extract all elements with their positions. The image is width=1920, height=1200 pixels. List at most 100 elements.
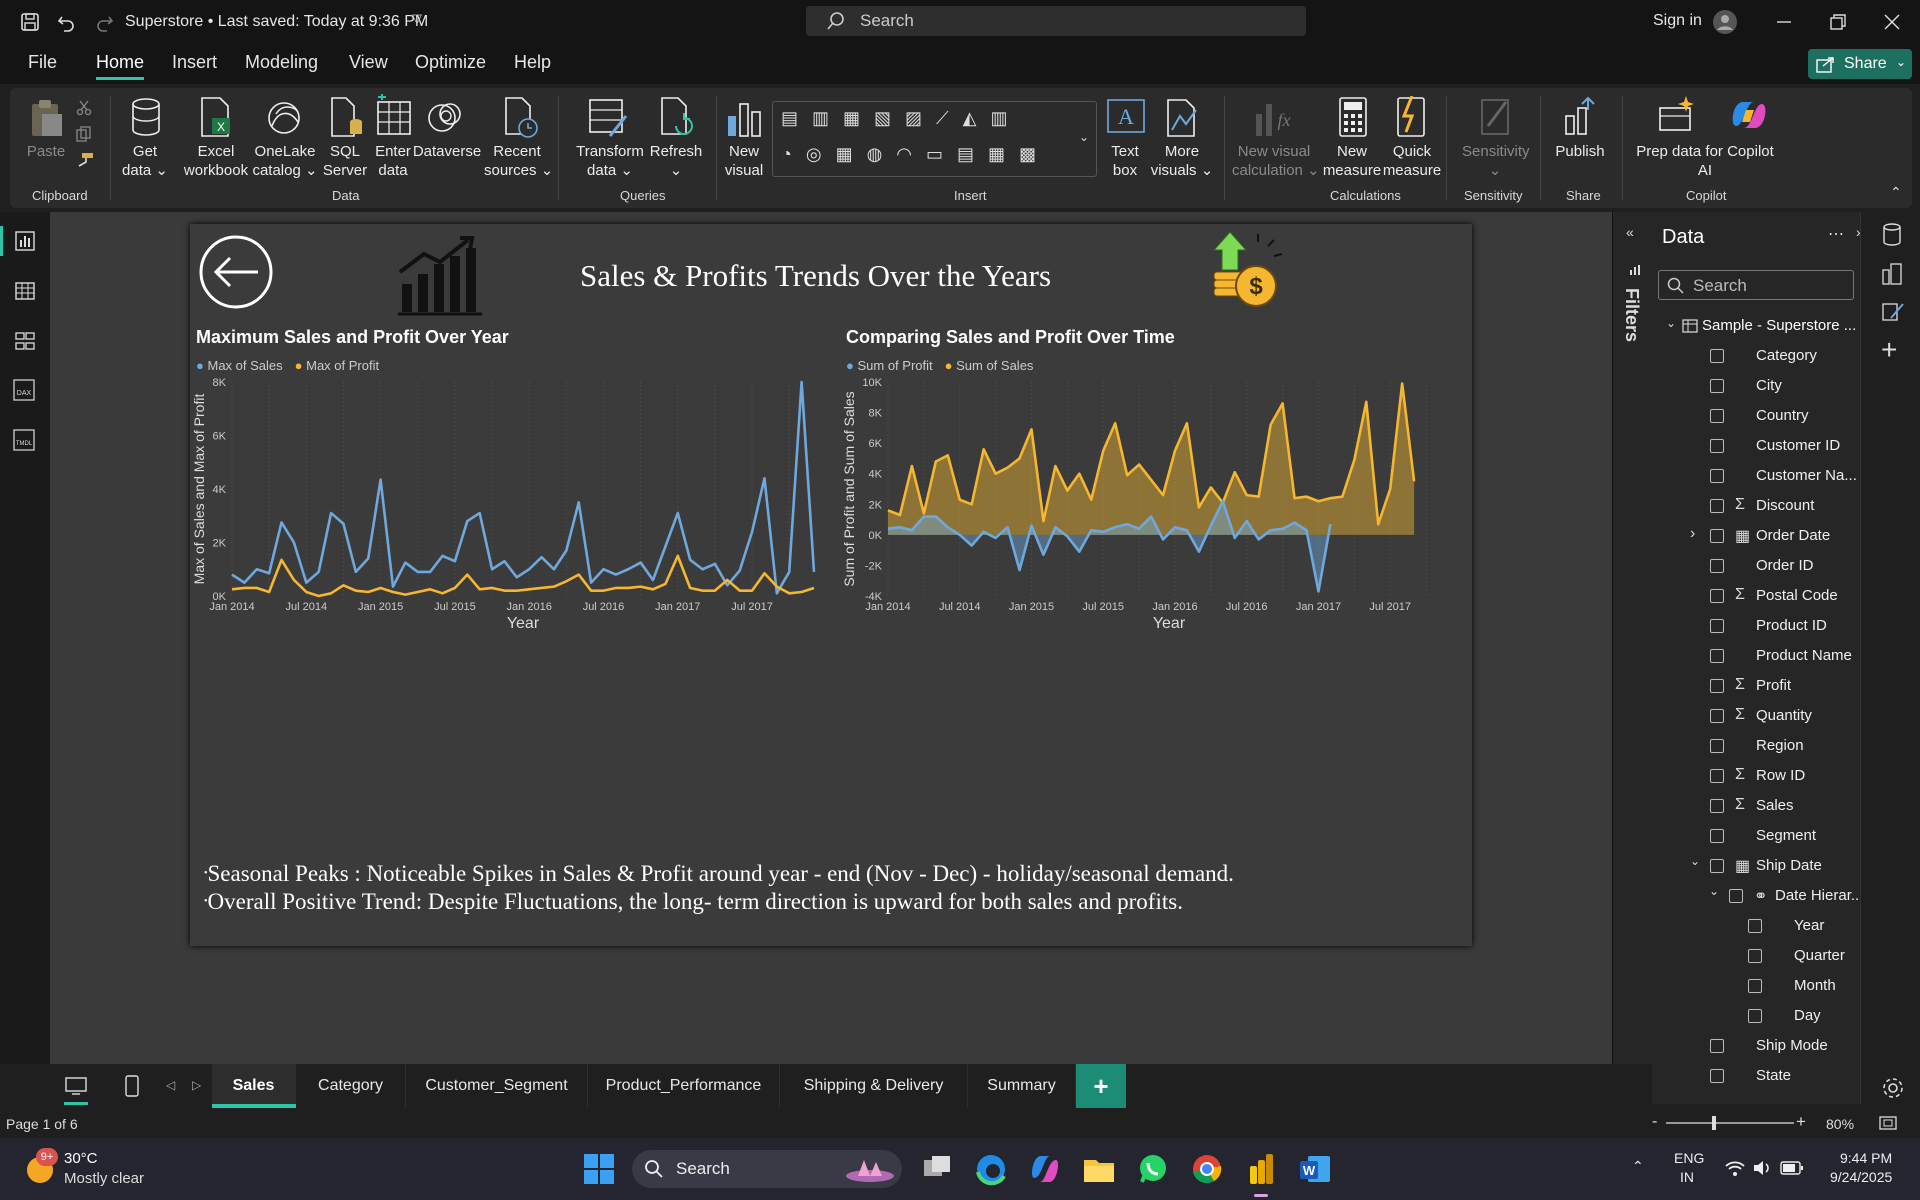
- recent-sources-icon[interactable]: [500, 96, 540, 140]
- copilot-taskbar-icon[interactable]: [1028, 1152, 1062, 1186]
- field-row[interactable]: Σ Postal Code: [1652, 582, 1860, 610]
- filters-pane-collapsed[interactable]: « Filters: [1612, 212, 1652, 1064]
- menu-modeling[interactable]: Modeling: [245, 52, 318, 73]
- expand-filters-icon[interactable]: «: [1626, 224, 1634, 240]
- zoom-slider-thumb[interactable]: [1712, 1116, 1716, 1130]
- settings-gear-icon[interactable]: [1881, 1076, 1905, 1100]
- menu-insert[interactable]: Insert: [172, 52, 217, 73]
- field-row[interactable]: Category: [1652, 342, 1860, 370]
- onelake-icon[interactable]: [264, 96, 304, 140]
- field-row[interactable]: Product ID: [1652, 612, 1860, 640]
- new-measure-icon[interactable]: [1332, 96, 1372, 140]
- back-arrow-icon[interactable]: [198, 234, 274, 310]
- copy-icon[interactable]: [76, 126, 92, 142]
- windows-start-icon[interactable]: [582, 1152, 616, 1186]
- show-hidden-icons-icon[interactable]: ⌃: [1632, 1158, 1644, 1175]
- field-checkbox[interactable]: [1710, 1069, 1724, 1083]
- close-icon[interactable]: [1882, 12, 1902, 32]
- menu-view[interactable]: View: [349, 52, 388, 73]
- field-row[interactable]: Product Name: [1652, 642, 1860, 670]
- mobile-layout-icon[interactable]: [124, 1074, 140, 1098]
- filters-label[interactable]: Filters: [1621, 288, 1642, 342]
- sign-in-link[interactable]: Sign in: [1653, 12, 1702, 30]
- field-checkbox[interactable]: [1748, 919, 1762, 933]
- refresh-icon[interactable]: [656, 96, 696, 140]
- prep-data-copilot-label[interactable]: Prep data for Copilot AI: [1630, 142, 1780, 180]
- data-search-input[interactable]: Search: [1658, 270, 1854, 300]
- sql-server-label[interactable]: SQL Server: [320, 142, 370, 180]
- visual-gallery-row-2[interactable]: ◔◎▦◍◠▭▤▦▩: [781, 144, 1071, 168]
- field-checkbox[interactable]: [1710, 589, 1724, 603]
- visualizations-pane-icon[interactable]: [1881, 262, 1903, 286]
- field-row[interactable]: Day: [1652, 1002, 1860, 1030]
- publish-label[interactable]: Publish: [1550, 142, 1610, 161]
- table-row-superstore[interactable]: ⌄ Sample - Superstore ...: [1662, 314, 1856, 338]
- menu-help[interactable]: Help: [514, 52, 551, 73]
- publish-icon[interactable]: [1560, 96, 1600, 140]
- text-box-label[interactable]: Text box: [1100, 142, 1150, 180]
- more-visuals-label[interactable]: More visuals ⌄: [1150, 142, 1214, 180]
- transform-data-icon[interactable]: [586, 96, 630, 140]
- field-checkbox[interactable]: [1710, 829, 1724, 843]
- volume-icon[interactable]: [1752, 1158, 1774, 1178]
- paste-icon[interactable]: [26, 98, 66, 138]
- user-avatar-icon[interactable]: [1712, 9, 1738, 35]
- global-search-box[interactable]: Search: [806, 6, 1306, 36]
- text-box-icon[interactable]: A: [1104, 96, 1148, 140]
- new-visual-label[interactable]: New visual: [716, 142, 772, 180]
- undo-icon[interactable]: [56, 12, 76, 32]
- dataverse-label[interactable]: Dataverse: [412, 142, 482, 161]
- language-region[interactable]: IN: [1680, 1169, 1694, 1185]
- field-row[interactable]: ⌄ ▦ Ship Date: [1652, 852, 1860, 880]
- field-checkbox[interactable]: [1710, 619, 1724, 633]
- field-checkbox[interactable]: [1710, 409, 1724, 423]
- field-checkbox[interactable]: [1710, 349, 1724, 363]
- field-row[interactable]: Customer Na...: [1652, 462, 1860, 490]
- desktop-layout-icon[interactable]: [64, 1076, 88, 1096]
- chevron-down-icon[interactable]: ⌄: [1690, 854, 1700, 868]
- language-code[interactable]: ENG: [1674, 1150, 1704, 1166]
- redo-icon[interactable]: [95, 12, 115, 32]
- field-row[interactable]: ⌄ ⚭ Date Hierar...: [1652, 882, 1863, 910]
- new-visual-calculation-label[interactable]: New visual calculation ⌄: [1232, 142, 1320, 180]
- field-checkbox[interactable]: [1748, 949, 1762, 963]
- field-row[interactable]: State: [1652, 1062, 1860, 1090]
- transform-data-label[interactable]: Transform data ⌄: [572, 142, 648, 180]
- field-checkbox[interactable]: [1710, 799, 1724, 813]
- copilot-icon[interactable]: [1728, 96, 1770, 136]
- field-checkbox[interactable]: [1748, 1009, 1762, 1023]
- menu-optimize[interactable]: Optimize: [415, 52, 486, 73]
- gallery-expand-icon[interactable]: ⌄: [1079, 130, 1089, 144]
- scroll-tabs-left-icon[interactable]: ◁: [166, 1078, 175, 1092]
- field-row[interactable]: Segment: [1652, 822, 1860, 850]
- format-pane-icon[interactable]: [1881, 300, 1905, 324]
- zoom-slider-track[interactable]: [1666, 1122, 1794, 1124]
- more-options-icon[interactable]: ⋯: [1828, 224, 1844, 244]
- sql-server-icon[interactable]: [326, 96, 366, 140]
- field-row[interactable]: Order ID: [1652, 552, 1860, 580]
- whatsapp-icon[interactable]: [1136, 1152, 1170, 1186]
- wifi-icon[interactable]: [1724, 1158, 1746, 1178]
- excel-workbook-label[interactable]: Excel workbook: [180, 142, 252, 180]
- share-button[interactable]: Share ⌄: [1808, 49, 1912, 79]
- chart1-svg[interactable]: 0K2K4K6K8KJan 2014 Jul 2014 Jan 2015 Jul 20…: [190, 374, 830, 636]
- fit-to-page-icon[interactable]: [1878, 1114, 1898, 1132]
- field-row[interactable]: Σ Sales: [1652, 792, 1860, 820]
- field-checkbox[interactable]: [1729, 889, 1743, 903]
- add-page-button[interactable]: +: [1076, 1064, 1126, 1108]
- menu-home[interactable]: Home: [96, 52, 144, 73]
- battery-icon[interactable]: [1780, 1160, 1804, 1176]
- collapse-ribbon-icon[interactable]: ⌃: [1890, 184, 1902, 201]
- enter-data-label[interactable]: Enter data: [368, 142, 418, 180]
- visual-gallery-row-1[interactable]: ▤▥▦▧▨⟋◭▥: [781, 108, 1071, 132]
- edge-browser-icon[interactable]: [974, 1152, 1008, 1186]
- onelake-catalog-label[interactable]: OneLake catalog ⌄: [252, 142, 318, 180]
- chevron-down-icon[interactable]: ⌄: [1709, 884, 1719, 898]
- tab-sales[interactable]: Sales: [212, 1064, 296, 1108]
- chevron-right-icon[interactable]: ›: [1690, 525, 1695, 543]
- field-row[interactable]: Σ Row ID: [1652, 762, 1860, 790]
- save-icon[interactable]: [20, 12, 40, 32]
- data-pane-toggle-icon[interactable]: [1881, 222, 1903, 248]
- field-checkbox[interactable]: [1710, 859, 1724, 873]
- field-row[interactable]: Customer ID: [1652, 432, 1860, 460]
